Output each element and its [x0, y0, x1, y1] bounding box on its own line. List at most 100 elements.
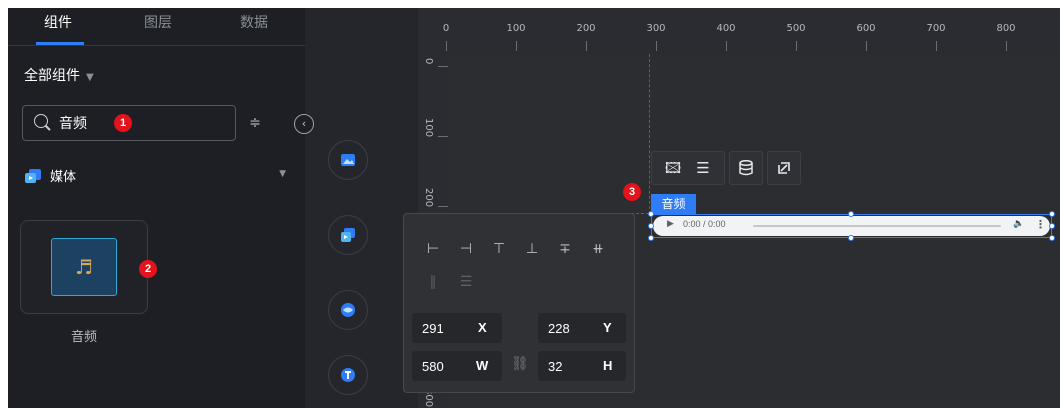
ruler-label: 500 — [786, 23, 806, 34]
position-panel: ⊢ ⊣ ⊤ ⊥ ∓ ⧺ ∥ ☰ 291 X 228 Y 580 W ⛓ 32 H — [403, 213, 635, 393]
resize-handle-l[interactable] — [648, 223, 654, 229]
ruler-label: 200 — [576, 23, 596, 34]
ruler-label: 100 — [506, 23, 526, 34]
media-icon — [341, 228, 355, 242]
ruler-label: 400 — [716, 23, 736, 34]
ruler-label: 300 — [646, 23, 666, 34]
x-value: 291 — [422, 321, 444, 336]
ruler-tick — [516, 41, 517, 51]
element-floating-toolbar: 🖾 ☰ — [651, 151, 801, 189]
tab-components[interactable]: 组件 — [26, 8, 90, 46]
panel-tabs: 组件 图层 数据 — [8, 8, 305, 46]
align-bottom-icon[interactable]: ⊥ — [523, 240, 541, 258]
ruler-tick — [1006, 41, 1007, 51]
width-value: 580 — [422, 359, 444, 374]
ruler-tick — [586, 41, 587, 51]
collapse-panel-button[interactable]: ‹ — [294, 114, 314, 134]
database-icon — [739, 159, 753, 176]
all-components-dropdown[interactable]: 全部组件 ▼ — [24, 65, 94, 85]
rail-text-button[interactable] — [328, 355, 368, 395]
ruler-label: 0 — [423, 58, 434, 65]
caret-down-icon: ▼ — [86, 72, 94, 83]
ruler-label: 700 — [926, 23, 946, 34]
ruler-tick — [866, 41, 867, 51]
media-category-icon — [25, 169, 41, 183]
link-aspect-icon[interactable]: ⛓ — [511, 356, 529, 372]
resize-handle-tl[interactable] — [648, 211, 654, 217]
ruler-tick — [438, 66, 448, 67]
audio-thumbnail: ♬ — [51, 238, 117, 296]
ruler-label: 100 — [423, 118, 434, 138]
x-field[interactable]: 291 X — [412, 313, 502, 343]
ruler-label: 800 — [996, 23, 1016, 34]
step-badge-2: 2 — [139, 260, 157, 278]
music-note-icon: ♬ — [75, 255, 93, 279]
rail-globe-button[interactable] — [328, 290, 368, 330]
image-icon — [341, 154, 355, 166]
volume-icon[interactable]: 🔈 — [1013, 219, 1024, 229]
align-left-icon[interactable]: ⊢ — [424, 240, 442, 258]
database-button[interactable] — [729, 151, 763, 185]
height-label: H — [603, 358, 613, 373]
distribute-vertical-icon[interactable]: ☰ — [457, 273, 475, 291]
more-options-icon[interactable]: ⋮ — [1035, 218, 1046, 231]
ruler-label: 0 — [442, 23, 450, 34]
app-window: 组件 图层 数据 全部组件 ▼ 1 ≑ 媒体 ▼ ♬ — [8, 8, 1060, 408]
globe-icon — [341, 303, 355, 317]
ruler-label: 200 — [423, 188, 434, 208]
ruler-tick — [936, 41, 937, 51]
step-badge-3: 3 — [623, 183, 641, 201]
ruler-tick — [446, 41, 447, 51]
category-media[interactable]: 媒体 ▼ — [24, 165, 290, 187]
resize-handle-tr[interactable] — [1049, 211, 1055, 217]
interaction-button[interactable] — [767, 151, 801, 185]
ruler-label: 600 — [856, 23, 876, 34]
search-icon — [34, 114, 48, 128]
resize-handle-bl[interactable] — [648, 235, 654, 241]
x-label: X — [478, 320, 487, 335]
rail-media-button[interactable] — [328, 215, 368, 255]
tab-data[interactable]: 数据 — [224, 8, 284, 46]
image-style-icon[interactable]: 🖾 — [662, 152, 684, 184]
distribute-horizontal-icon[interactable]: ∥ — [424, 273, 442, 291]
tab-layers[interactable]: 图层 — [128, 8, 188, 46]
text-icon — [341, 368, 355, 382]
sort-icon[interactable]: ≑ — [248, 114, 262, 132]
style-settings-group: 🖾 ☰ — [651, 151, 725, 185]
settings-sliders-icon[interactable]: ☰ — [692, 152, 714, 184]
resize-handle-t[interactable] — [848, 211, 854, 217]
resize-handle-br[interactable] — [1049, 235, 1055, 241]
top-ruler[interactable]: 0 100 200 300 400 500 600 700 800 — [418, 8, 1060, 54]
play-icon[interactable]: ▶ — [667, 219, 674, 229]
width-label: W — [476, 358, 489, 373]
caret-down-icon: ▼ — [279, 169, 286, 179]
ruler-tick — [438, 206, 448, 207]
ruler-tick — [438, 136, 448, 137]
y-value: 228 — [548, 321, 570, 336]
align-vertical-center-icon[interactable]: ∓ — [556, 240, 574, 258]
resize-handle-b[interactable] — [848, 235, 854, 241]
element-name-tag: 音频 — [651, 194, 696, 214]
ruler-tick — [726, 41, 727, 51]
align-top-icon[interactable]: ⊤ — [490, 240, 508, 258]
y-label: Y — [603, 320, 612, 335]
all-components-label: 全部组件 — [24, 68, 80, 84]
ruler-tick — [656, 41, 657, 51]
align-horizontal-center-icon[interactable]: ⧺ — [589, 240, 607, 258]
audio-component-card[interactable]: ♬ — [20, 220, 148, 314]
seek-bar[interactable] — [753, 225, 1001, 227]
height-value: 32 — [548, 359, 563, 374]
component-panel: 组件 图层 数据 全部组件 ▼ 1 ≑ 媒体 ▼ ♬ — [8, 8, 305, 408]
interaction-icon — [778, 162, 790, 174]
width-field[interactable]: 580 W — [412, 351, 502, 381]
audio-time: 0:00 / 0:00 — [683, 219, 726, 229]
vertical-guide-line — [649, 54, 650, 214]
audio-component-label: 音频 — [70, 330, 97, 345]
height-field[interactable]: 32 H — [538, 351, 626, 381]
y-field[interactable]: 228 Y — [538, 313, 626, 343]
rail-image-button[interactable] — [328, 140, 368, 180]
align-right-icon[interactable]: ⊣ — [457, 240, 475, 258]
audio-player[interactable]: ▶ 0:00 / 0:00 🔈 ⋮ — [653, 216, 1050, 236]
step-badge-1: 1 — [114, 114, 132, 132]
resize-handle-r[interactable] — [1049, 223, 1055, 229]
